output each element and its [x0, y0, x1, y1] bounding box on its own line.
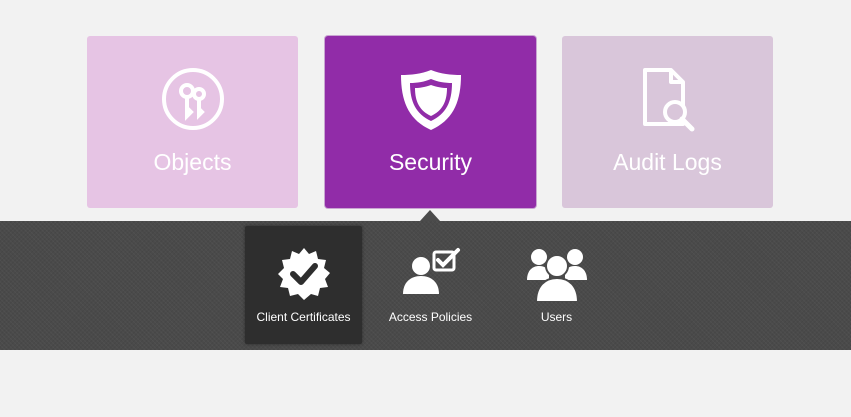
tile-security[interactable]: Security — [325, 36, 536, 208]
user-check-icon — [401, 246, 461, 301]
users-group-icon — [526, 246, 587, 307]
tile-label: Audit Logs — [613, 149, 722, 175]
tile-objects[interactable]: Objects — [87, 36, 298, 208]
submenu-item-label: Client Certificates — [256, 310, 351, 324]
selection-caret — [420, 210, 440, 221]
certificate-badge-icon — [276, 246, 332, 307]
shield-icon — [397, 66, 465, 139]
tile-audit-logs[interactable]: Audit Logs — [562, 36, 773, 208]
tile-label: Objects — [153, 149, 232, 175]
submenu-item-client-certificates[interactable]: Client Certificates — [245, 226, 362, 344]
submenu-panel: Client Certificates Access Policies User — [0, 221, 851, 350]
submenu-item-users[interactable]: Users — [498, 226, 615, 344]
submenu-item-label: Users — [540, 310, 573, 324]
submenu-item-label: Access Policies — [388, 310, 473, 324]
tile-label: Security — [388, 149, 473, 175]
submenu-item-access-policies[interactable]: Access Policies — [372, 226, 489, 344]
document-search-icon — [637, 66, 699, 139]
keys-icon — [160, 66, 226, 137]
